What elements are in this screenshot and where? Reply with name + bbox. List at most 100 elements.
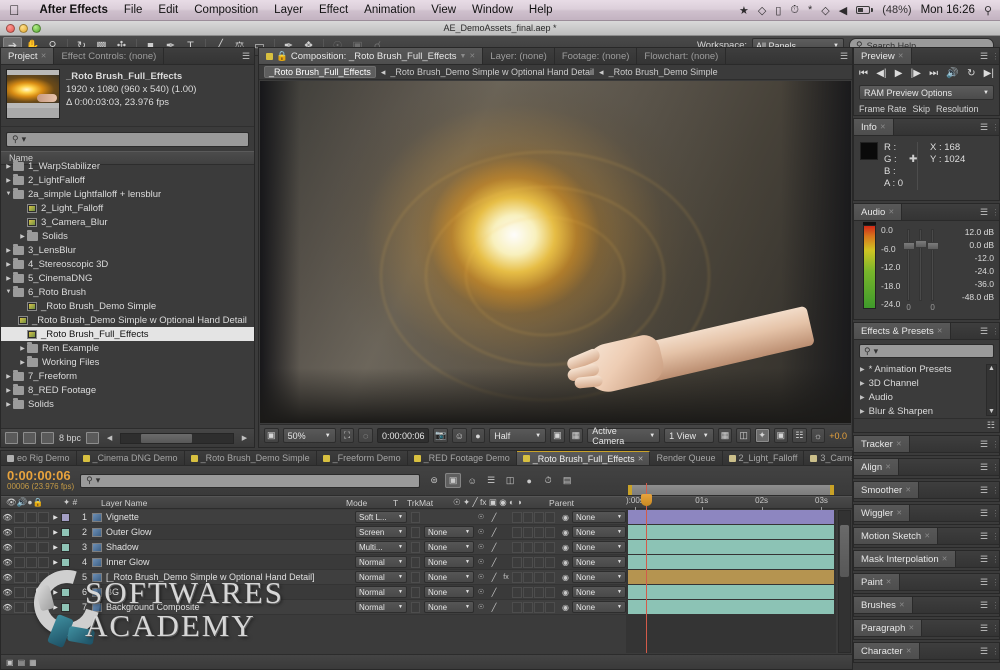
layer-switches[interactable] bbox=[512, 557, 555, 568]
panel-grip[interactable]: ⋮ bbox=[992, 459, 999, 475]
close-icon[interactable]: ✕ bbox=[905, 486, 911, 494]
scroll-up-icon[interactable]: ▲ bbox=[988, 365, 995, 372]
timeline-tab[interactable]: _Roto Brush_Demo Simple bbox=[185, 451, 317, 465]
project-item[interactable]: ▶Solids bbox=[1, 229, 254, 243]
project-item[interactable]: ▶Solids bbox=[1, 397, 254, 411]
layer-duration-bar[interactable] bbox=[628, 570, 834, 584]
audio-toggle[interactable] bbox=[14, 587, 25, 598]
panel-grip[interactable]: ⋮ bbox=[992, 574, 999, 590]
panel-grip[interactable]: ⋮ bbox=[992, 323, 999, 339]
close-icon[interactable]: ✕ bbox=[906, 647, 912, 655]
show-snapshot-icon[interactable]: ☺ bbox=[452, 428, 467, 443]
tab-audio[interactable]: Audio ✕ bbox=[854, 204, 902, 220]
snapshot-icon[interactable]: 📷 bbox=[433, 428, 448, 443]
solo-toggle[interactable] bbox=[26, 527, 37, 538]
timeline-tab[interactable]: 2_Light_Falloff bbox=[723, 451, 805, 465]
auto-keyframe-icon[interactable]: ⏱ bbox=[540, 473, 556, 488]
panel-menu-icon[interactable]: ☰ bbox=[976, 204, 992, 220]
panel-menu-icon[interactable]: ☰ bbox=[976, 551, 992, 567]
collapsed-panel-character[interactable]: Character✕☰⋮ bbox=[853, 642, 1000, 663]
loop-icon[interactable]: ↻ bbox=[967, 68, 975, 79]
last-frame-icon[interactable]: ⏭ bbox=[929, 68, 938, 79]
graph-editor-footer-icon[interactable]: ▦ bbox=[29, 658, 37, 667]
flowchart-icon[interactable]: ☷ bbox=[792, 428, 807, 443]
effects-category-row[interactable]: ▶* Animation Presets bbox=[854, 362, 999, 376]
menu-after-effects[interactable]: After Effects bbox=[32, 4, 116, 16]
twirl-icon[interactable]: ▶ bbox=[50, 544, 61, 551]
channel-icon[interactable]: ● bbox=[471, 428, 486, 443]
tab-composition[interactable]: 🔒 Composition: _Roto Brush_Full_Effects … bbox=[259, 48, 483, 64]
col-t[interactable]: T bbox=[393, 498, 398, 508]
project-item[interactable]: _Roto Brush_Demo Simple bbox=[1, 299, 254, 313]
panel-menu-icon[interactable]: ☰ bbox=[976, 459, 992, 475]
prev-frame-icon[interactable]: ◀| bbox=[876, 68, 886, 79]
collapsed-panel-mask-interpolation[interactable]: Mask Interpolation✕☰⋮ bbox=[853, 550, 1000, 571]
twirl-icon[interactable]: ▶ bbox=[50, 514, 61, 521]
timeline-tab[interactable]: _Cinema DNG Demo bbox=[77, 451, 185, 465]
panel-grip[interactable]: ⋮ bbox=[992, 620, 999, 636]
parent-pickwhip-icon[interactable]: ◉ bbox=[559, 513, 572, 522]
tab-motion-sketch[interactable]: Motion Sketch✕ bbox=[854, 528, 938, 544]
composition-mini-flowchart-icon[interactable]: ⊜ bbox=[426, 473, 442, 488]
tab-wiggler[interactable]: Wiggler✕ bbox=[854, 505, 910, 521]
effects-list[interactable]: ▲ ▼ ▶* Animation Presets▶3D Channel▶Audi… bbox=[854, 362, 999, 418]
close-icon[interactable]: ✕ bbox=[880, 123, 886, 131]
close-icon[interactable]: ✕ bbox=[924, 532, 930, 540]
close-icon[interactable]: ✕ bbox=[896, 440, 902, 448]
solo-toggle[interactable] bbox=[26, 572, 37, 583]
tab-mask-interpolation[interactable]: Mask Interpolation✕ bbox=[854, 551, 956, 567]
layer-color-swatch[interactable] bbox=[61, 588, 70, 597]
exposure-reset-icon[interactable]: ☼ bbox=[811, 428, 826, 443]
menu-edit[interactable]: Edit bbox=[150, 4, 186, 16]
camera-select[interactable]: Active Camera ▼ bbox=[587, 428, 660, 443]
solo-toggle[interactable] bbox=[26, 542, 37, 553]
layer-name[interactable]: Shadow bbox=[106, 542, 355, 552]
audio-toggle[interactable] bbox=[14, 602, 25, 613]
lock-toggle[interactable] bbox=[38, 527, 49, 538]
layer-name[interactable]: BG bbox=[106, 587, 355, 597]
tab-footage[interactable]: Footage: (none) bbox=[555, 48, 638, 64]
parent-pickwhip-icon[interactable]: ◉ bbox=[559, 543, 572, 552]
twirl-icon[interactable]: ▶ bbox=[860, 394, 865, 401]
table-row[interactable]: 👁▶4Inner GlowNormal▼None▼☉╱◉None▼ bbox=[1, 555, 626, 570]
twirl-icon[interactable]: ▼ bbox=[4, 191, 13, 197]
preserve-transparency-toggle[interactable] bbox=[411, 572, 420, 583]
layer-duration-bar[interactable] bbox=[628, 510, 834, 524]
graph-editor-icon[interactable]: ▤ bbox=[559, 473, 575, 488]
panel-grip[interactable]: ⋮ bbox=[992, 482, 999, 498]
project-item[interactable]: _Roto Brush_Full_Effects bbox=[1, 327, 254, 341]
twirl-icon[interactable]: ▶ bbox=[50, 574, 61, 581]
project-item[interactable]: _Roto Brush_Demo Simple w Optional Hand … bbox=[1, 313, 254, 327]
table-row[interactable]: 👁▶2Outer GlowScreen▼None▼☉╱◉None▼ bbox=[1, 525, 626, 540]
lock-toggle[interactable] bbox=[38, 512, 49, 523]
track-matte-select[interactable]: None▼ bbox=[424, 526, 474, 538]
draft-3d-icon[interactable]: ▣ bbox=[445, 473, 461, 488]
project-hscrollbar[interactable] bbox=[120, 433, 234, 444]
panel-grip[interactable]: ⋮ bbox=[992, 597, 999, 613]
panel-menu-icon[interactable]: ☰ bbox=[976, 119, 992, 135]
magnification-select[interactable]: 50% ▼ bbox=[283, 428, 336, 443]
menu-view[interactable]: View bbox=[423, 4, 464, 16]
region-interest-toggle-icon[interactable]: ▣ bbox=[550, 428, 565, 443]
panel-menu-icon[interactable]: ☰ bbox=[976, 436, 992, 452]
twirl-icon[interactable]: ▶ bbox=[50, 604, 61, 611]
preserve-transparency-toggle[interactable] bbox=[411, 602, 420, 613]
volume-icon[interactable]: ◀ bbox=[839, 4, 847, 17]
layer-switches[interactable] bbox=[512, 587, 555, 598]
new-animation-preset-icon[interactable]: ☷ bbox=[987, 420, 995, 431]
collapsed-panel-motion-sketch[interactable]: Motion Sketch✕☰⋮ bbox=[853, 527, 1000, 548]
motion-blur-toggle[interactable]: ☉ bbox=[474, 573, 488, 581]
project-item[interactable]: ▶5_CinemaDNG bbox=[1, 271, 254, 285]
scroll-left-icon[interactable]: ◀ bbox=[104, 434, 115, 442]
panel-menu-icon[interactable]: ☰ bbox=[976, 620, 992, 636]
parent-pickwhip-icon[interactable]: ◉ bbox=[559, 558, 572, 567]
blend-mode-select[interactable]: Normal▼ bbox=[355, 556, 407, 568]
audio-toggle[interactable] bbox=[14, 557, 25, 568]
battery-icon[interactable] bbox=[856, 6, 873, 14]
layer-name[interactable]: Outer Glow bbox=[106, 527, 355, 537]
preserve-transparency-toggle[interactable] bbox=[411, 527, 420, 538]
apple-icon[interactable]:  bbox=[9, 3, 20, 17]
blend-mode-select[interactable]: Normal▼ bbox=[355, 571, 407, 583]
panel-menu-icon[interactable]: ☰ bbox=[976, 323, 992, 339]
first-frame-icon[interactable]: ⏮ bbox=[859, 68, 868, 79]
